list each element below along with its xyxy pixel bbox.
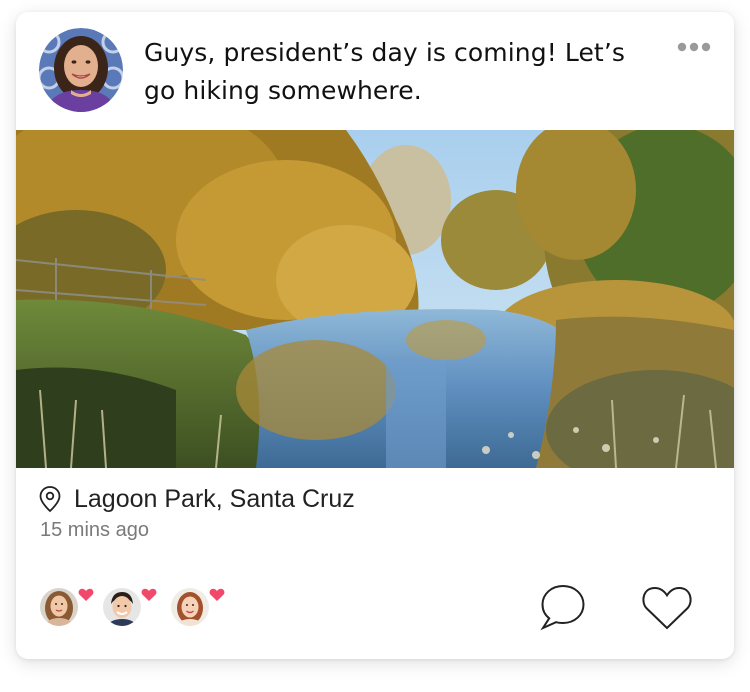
comment-button[interactable] [539, 582, 587, 637]
liker-avatar-2[interactable] [103, 588, 157, 628]
map-pin-icon [39, 486, 61, 513]
like-button[interactable] [640, 582, 694, 637]
post-text: Guys, president’s day is coming! Let’s g… [144, 38, 626, 105]
liker-avatar-redhead [171, 588, 209, 626]
more-horizontal-icon [677, 42, 711, 52]
location-label: Lagoon Park, Santa Cruz [74, 484, 355, 513]
post-location[interactable]: Lagoon Park, Santa Cruz [38, 482, 355, 516]
heart-outline-icon [642, 586, 692, 630]
heart-badge-icon [141, 588, 157, 601]
heart-badge-icon [209, 588, 225, 601]
post-timestamp: 15 mins ago [40, 519, 149, 541]
liker-avatar-1[interactable] [40, 588, 94, 628]
speech-bubble-icon [540, 584, 585, 631]
liker-avatar-boy [103, 588, 141, 626]
liker-avatar-girl [40, 588, 78, 626]
more-options-button[interactable] [676, 40, 712, 54]
heart-badge-icon [78, 588, 94, 601]
liker-avatar-3[interactable] [171, 588, 225, 628]
post-photo[interactable] [16, 130, 734, 468]
post-card: Guys, president’s day is coming! Let’s g… [16, 12, 734, 659]
author-avatar[interactable] [39, 28, 123, 112]
